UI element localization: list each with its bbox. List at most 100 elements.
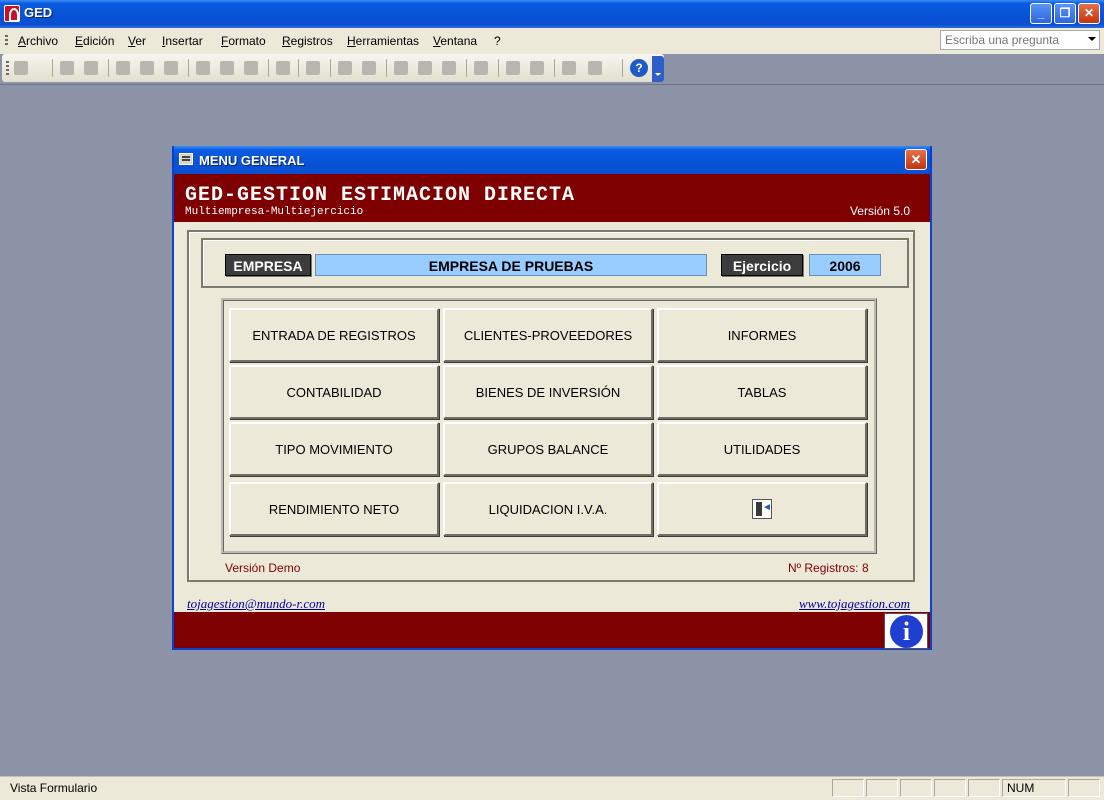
- chevron-down-icon[interactable]: [1088, 37, 1096, 41]
- ask-question-placeholder: Escriba una pregunta: [945, 33, 1060, 47]
- status-panel: [934, 779, 966, 797]
- form-footer-banner: i: [174, 612, 930, 649]
- form-title: MENU GENERAL: [199, 153, 305, 168]
- find-icon[interactable]: [474, 61, 488, 75]
- toolbar-separator: [188, 59, 189, 77]
- toolbar-options-button[interactable]: [652, 56, 664, 82]
- ask-question-input[interactable]: Escriba una pregunta: [940, 30, 1100, 50]
- menu-herramientas[interactable]: Herramientas: [347, 34, 419, 48]
- company-value[interactable]: EMPRESA DE PRUEBAS: [315, 254, 707, 276]
- toolbar-grip[interactable]: [6, 61, 9, 75]
- menu-general-form: MENU GENERAL ✕ GED-GESTION ESTIMACION DI…: [172, 146, 932, 650]
- contabilidad-button[interactable]: CONTABILIDAD: [229, 365, 439, 419]
- sort-ascending-icon[interactable]: [338, 61, 352, 75]
- status-panel: [1068, 779, 1100, 797]
- form-close-button[interactable]: ✕: [905, 149, 927, 170]
- records-count-value: 8: [862, 561, 869, 575]
- informes-button[interactable]: INFORMES: [657, 308, 867, 362]
- utilidades-button[interactable]: UTILIDADES: [657, 422, 867, 476]
- menu-registros[interactable]: Registros: [282, 34, 333, 48]
- demo-version-label: Versión Demo: [225, 561, 301, 575]
- filter-selection-icon[interactable]: [394, 61, 408, 75]
- database-window-icon[interactable]: [562, 61, 576, 75]
- cut-icon[interactable]: [196, 61, 210, 75]
- company-box: EMPRESA EMPRESA DE PRUEBAS Ejercicio 200…: [201, 238, 909, 288]
- toolbar-separator: [298, 59, 299, 77]
- toolbar-separator: [386, 59, 387, 77]
- spelling-icon[interactable]: [164, 61, 178, 75]
- toolbar-separator: [554, 59, 555, 77]
- status-text: Vista Formulario: [10, 781, 98, 795]
- menu-bar: Archivo Edición Ver Insertar Formato Reg…: [0, 28, 1104, 54]
- toolbar-separator: [268, 59, 269, 77]
- status-panel: [832, 779, 864, 797]
- hyperlink-icon[interactable]: [306, 61, 320, 75]
- new-record-icon[interactable]: [506, 61, 520, 75]
- paste-icon[interactable]: [244, 61, 258, 75]
- status-panel: [968, 779, 1000, 797]
- view-icon[interactable]: [14, 61, 28, 75]
- new-object-icon[interactable]: [588, 61, 602, 75]
- menubar-grip[interactable]: [5, 35, 8, 47]
- menu-formato[interactable]: Formato: [221, 34, 266, 48]
- menu-archivo[interactable]: Archivo: [18, 34, 58, 48]
- exit-door-icon: [752, 499, 772, 519]
- menu-help[interactable]: ?: [494, 34, 501, 48]
- website-link[interactable]: www.tojagestion.com: [799, 596, 910, 612]
- company-label: EMPRESA: [225, 254, 311, 276]
- records-count-label: Nº Registros:: [788, 561, 859, 575]
- menu-insertar[interactable]: Insertar: [162, 34, 203, 48]
- status-panel: [900, 779, 932, 797]
- clientes-proveedores-button[interactable]: CLIENTES-PROVEEDORES: [443, 308, 653, 362]
- toolbar-separator: [622, 59, 623, 77]
- bienes-inversion-button[interactable]: BIENES DE INVERSIÓN: [443, 365, 653, 419]
- status-bar: Vista Formulario NUM: [0, 776, 1104, 800]
- print-icon[interactable]: [116, 61, 130, 75]
- restore-button[interactable]: ❐: [1054, 3, 1076, 24]
- toolbar-separator: [498, 59, 499, 77]
- form-header-banner: GED-GESTION ESTIMACION DIRECTA Multiempr…: [174, 174, 930, 222]
- form-titlebar: MENU GENERAL ✕: [174, 146, 930, 174]
- minimize-button[interactable]: _: [1030, 3, 1052, 24]
- menu-ver[interactable]: Ver: [128, 34, 146, 48]
- main-panel: EMPRESA EMPRESA DE PRUEBAS Ejercicio 200…: [187, 230, 915, 582]
- year-label: Ejercicio: [721, 254, 803, 276]
- delete-record-icon[interactable]: [530, 61, 544, 75]
- tipo-movimiento-button[interactable]: TIPO MOVIMIENTO: [229, 422, 439, 476]
- liquidacion-iva-button[interactable]: LIQUIDACION I.V.A.: [443, 482, 653, 536]
- filter-form-icon[interactable]: [418, 61, 432, 75]
- app-name: GED-GESTION ESTIMACION DIRECTA: [185, 184, 576, 207]
- form-icon: [179, 153, 193, 165]
- close-button[interactable]: ✕: [1078, 3, 1100, 24]
- entrada-registros-button[interactable]: ENTRADA DE REGISTROS: [229, 308, 439, 362]
- app-title: GED: [24, 5, 53, 20]
- copy-icon[interactable]: [220, 61, 234, 75]
- menu-buttons-grid: ENTRADA DE REGISTROS CLIENTES-PROVEEDORE…: [221, 298, 877, 554]
- status-panel: [866, 779, 898, 797]
- filter-icon[interactable]: [442, 61, 456, 75]
- year-value[interactable]: 2006: [809, 254, 881, 276]
- search-file-icon[interactable]: [84, 61, 98, 75]
- sort-descending-icon[interactable]: [362, 61, 376, 75]
- toolbar-separator: [330, 59, 331, 77]
- rendimiento-neto-button[interactable]: RENDIMIENTO NETO: [229, 482, 439, 536]
- app-subtitle: Multiempresa-Multiejercicio: [185, 206, 364, 218]
- app-icon: [4, 5, 20, 22]
- menu-ventana[interactable]: Ventana: [433, 34, 477, 48]
- toolbar-separator: [108, 59, 109, 77]
- exit-button[interactable]: [657, 482, 867, 536]
- app-version: Versión 5.0: [849, 204, 910, 218]
- toolbar-separator: [52, 59, 53, 77]
- toolbar-separator: [466, 59, 467, 77]
- save-icon[interactable]: [60, 61, 74, 75]
- info-button[interactable]: i: [884, 613, 928, 649]
- help-icon[interactable]: ?: [630, 59, 648, 77]
- grupos-balance-button[interactable]: GRUPOS BALANCE: [443, 422, 653, 476]
- email-link[interactable]: tojagestion@mundo-r.com: [187, 596, 325, 612]
- tablas-button[interactable]: TABLAS: [657, 365, 867, 419]
- menu-edicion[interactable]: Edición: [75, 34, 114, 48]
- info-icon: i: [890, 615, 923, 648]
- app-titlebar: GED _ ❐ ✕: [0, 0, 1104, 28]
- undo-icon[interactable]: [276, 61, 290, 75]
- print-preview-icon[interactable]: [140, 61, 154, 75]
